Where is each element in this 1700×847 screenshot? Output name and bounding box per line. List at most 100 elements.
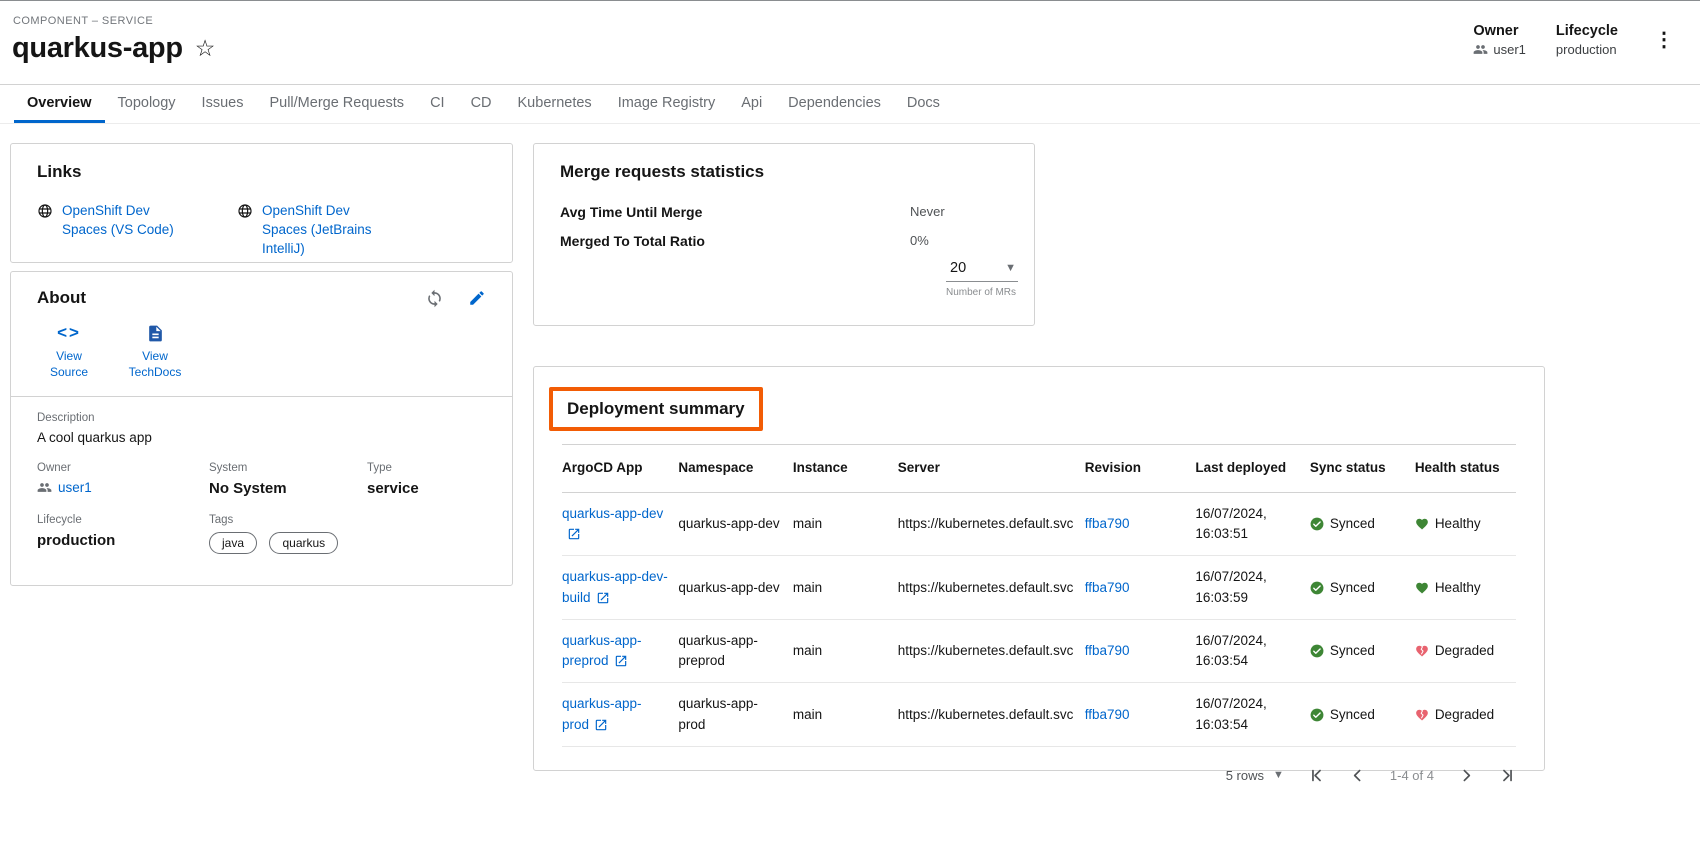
instance-cell: main xyxy=(793,683,898,747)
argocd-app-link[interactable]: quarkus-app-preprod xyxy=(562,633,642,668)
revision-link[interactable]: ffba790 xyxy=(1085,707,1130,722)
last-page-icon[interactable] xyxy=(1499,767,1516,784)
server-cell: https://kubernetes.default.svc xyxy=(898,556,1085,620)
owner-value: user1 xyxy=(58,480,92,495)
breadcrumb: COMPONENT – SERVICE xyxy=(13,15,215,27)
broken-heart-icon xyxy=(1415,644,1429,658)
external-link-icon xyxy=(562,526,581,541)
column-header-argocd-app: ArgoCD App xyxy=(562,445,678,492)
synced-check-icon xyxy=(1310,644,1324,658)
favorite-star-icon[interactable]: ☆ xyxy=(195,37,216,60)
rows-per-page-value: 5 rows xyxy=(1226,768,1264,783)
tab-image-registry[interactable]: Image Registry xyxy=(605,85,729,123)
deployment-summary-card: Deployment summary ArgoCD App Namespace … xyxy=(533,366,1545,771)
tab-api[interactable]: Api xyxy=(728,85,775,123)
heart-icon xyxy=(1415,517,1429,531)
first-page-icon[interactable] xyxy=(1308,767,1325,784)
sync-status-cell: Synced xyxy=(1310,619,1415,683)
edit-pencil-icon[interactable] xyxy=(468,289,486,307)
description-field: Description A cool quarkus app xyxy=(37,412,486,445)
last-deployed-cell: 16/07/2024, 16:03:54 xyxy=(1195,683,1309,747)
refresh-icon[interactable] xyxy=(425,289,444,308)
column-header-revision: Revision xyxy=(1085,445,1196,492)
type-value: service xyxy=(367,480,486,497)
instance-cell: main xyxy=(793,556,898,620)
link-openshift-dev-spaces-intellij[interactable]: OpenShift Dev Spaces (JetBrains IntelliJ… xyxy=(237,202,395,259)
deployment-summary-title: Deployment summary xyxy=(567,399,745,418)
broken-heart-icon xyxy=(1415,708,1429,722)
component-service-page: COMPONENT – SERVICE quarkus-app ☆ Owner … xyxy=(0,0,1700,847)
pagination-range: 1-4 of 4 xyxy=(1390,768,1434,783)
health-status-cell: Healthy xyxy=(1415,556,1516,620)
sync-status-cell: Synced xyxy=(1310,556,1415,620)
owner-meta: Owner user1 xyxy=(1473,23,1526,57)
sync-status-cell: Synced xyxy=(1310,492,1415,556)
owner-user-link[interactable]: user1 xyxy=(37,480,209,495)
tags-field: Tags java quarkus xyxy=(209,514,486,554)
description-value: A cool quarkus app xyxy=(37,430,486,445)
view-source-link[interactable]: <> View Source xyxy=(39,322,99,380)
merge-stats-title: Merge requests statistics xyxy=(560,162,1008,182)
tab-kubernetes[interactable]: Kubernetes xyxy=(505,85,605,123)
number-of-mrs-select[interactable]: 20 ▼ Number of MRs xyxy=(946,260,1018,298)
namespace-cell: quarkus-app-dev xyxy=(678,556,792,620)
external-link-icon xyxy=(591,590,610,605)
tab-docs[interactable]: Docs xyxy=(894,85,953,123)
revision-link[interactable]: ffba790 xyxy=(1085,643,1130,658)
tag-chip: java xyxy=(209,532,257,554)
links-card: Links OpenShift Dev Spaces (VS Code) Ope… xyxy=(10,143,513,263)
stat-row: Avg Time Until Merge Never xyxy=(560,204,1008,220)
about-card: About <> View Source xyxy=(10,271,513,586)
instance-cell: main xyxy=(793,492,898,556)
link-openshift-dev-spaces-vscode[interactable]: OpenShift Dev Spaces (VS Code) xyxy=(37,202,195,259)
owner-field: Owner user1 xyxy=(37,462,209,497)
revision-link[interactable]: ffba790 xyxy=(1085,580,1130,595)
stat-label: Avg Time Until Merge xyxy=(560,204,910,220)
last-deployed-cell: 16/07/2024, 16:03:51 xyxy=(1195,492,1309,556)
owner-value: user1 xyxy=(1493,42,1526,57)
mr-count-value: 20 xyxy=(950,260,966,276)
lifecycle-meta: Lifecycle production xyxy=(1556,23,1618,57)
link-label: OpenShift Dev Spaces (VS Code) xyxy=(62,202,195,240)
view-techdocs-link[interactable]: View TechDocs xyxy=(125,322,185,380)
argocd-app-link[interactable]: quarkus-app-dev xyxy=(562,506,663,521)
table-pagination: 5 rows ▼ 1-4 of 4 xyxy=(562,767,1516,784)
server-cell: https://kubernetes.default.svc xyxy=(898,492,1085,556)
tab-overview[interactable]: Overview xyxy=(14,85,105,123)
argocd-app-link[interactable]: quarkus-app-dev-build xyxy=(562,569,668,604)
globe-icon xyxy=(37,203,53,219)
view-techdocs-label: View TechDocs xyxy=(125,348,185,380)
column-header-health-status: Health status xyxy=(1415,445,1516,492)
tab-dependencies[interactable]: Dependencies xyxy=(775,85,894,123)
code-icon: <> xyxy=(57,322,81,345)
table-row: quarkus-app-dev-build quarkus-app-devmain… xyxy=(562,556,1516,620)
tab-cd[interactable]: CD xyxy=(458,85,505,123)
deployment-table: ArgoCD App Namespace Instance Server Rev… xyxy=(562,445,1516,747)
last-deployed-cell: 16/07/2024, 16:03:59 xyxy=(1195,556,1309,620)
group-icon xyxy=(37,480,52,495)
heart-icon xyxy=(1415,581,1429,595)
external-link-icon xyxy=(609,653,628,668)
tab-topology[interactable]: Topology xyxy=(105,85,189,123)
tab-issues[interactable]: Issues xyxy=(189,85,257,123)
column-header-sync-status: Sync status xyxy=(1310,445,1415,492)
instance-cell: main xyxy=(793,619,898,683)
merge-requests-statistics-card: Merge requests statistics Avg Time Until… xyxy=(533,143,1035,326)
table-row: quarkus-app-devquarkus-app-devmainhttps:… xyxy=(562,492,1516,556)
stat-row: Merged To Total Ratio 0% xyxy=(560,233,1008,249)
column-header-server: Server xyxy=(898,445,1085,492)
kebab-menu-icon[interactable]: ⋮ xyxy=(1648,29,1680,51)
lifecycle-value: production xyxy=(1556,42,1617,57)
view-source-label: View Source xyxy=(39,348,99,380)
namespace-cell: quarkus-app-preprod xyxy=(678,619,792,683)
namespace-cell: quarkus-app-prod xyxy=(678,683,792,747)
tab-ci[interactable]: CI xyxy=(417,85,458,123)
previous-page-icon[interactable] xyxy=(1349,767,1366,784)
rows-per-page-select[interactable]: 5 rows ▼ xyxy=(1226,768,1284,783)
globe-icon xyxy=(237,203,253,219)
server-cell: https://kubernetes.default.svc xyxy=(898,619,1085,683)
tab-pull-merge-requests[interactable]: Pull/Merge Requests xyxy=(256,85,417,123)
revision-link[interactable]: ffba790 xyxy=(1085,516,1130,531)
last-deployed-cell: 16/07/2024, 16:03:54 xyxy=(1195,619,1309,683)
next-page-icon[interactable] xyxy=(1458,767,1475,784)
